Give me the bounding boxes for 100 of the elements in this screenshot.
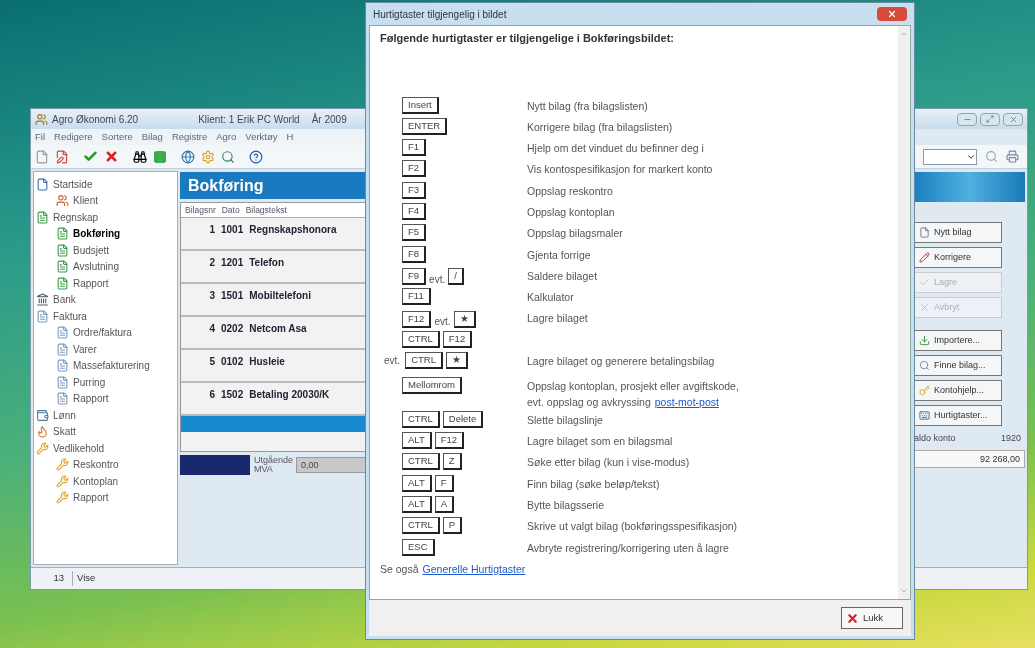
check-icon[interactable] (83, 149, 98, 164)
tree-item[interactable]: Ordre/faktura (73, 325, 132, 341)
search-icon[interactable] (221, 149, 235, 164)
tree-item[interactable]: Regnskap (53, 209, 99, 225)
key-cap: A (434, 496, 455, 514)
document-icon (56, 276, 69, 290)
key-cap: / (448, 268, 464, 286)
shortcut-description: Oppslag kontoplan (527, 205, 615, 220)
tree-item[interactable]: Faktura (53, 308, 87, 324)
help-link[interactable]: post-mot-post (654, 395, 719, 411)
key-cap: CTRL (402, 453, 440, 471)
printer-icon[interactable] (1006, 150, 1019, 163)
tree-item[interactable]: Bokføring (73, 226, 121, 242)
shortcut-description: Bytte bilagsserie (527, 498, 605, 514)
close-button[interactable] (877, 7, 907, 21)
document-icon (56, 260, 69, 274)
menu-item[interactable]: Fil (35, 129, 46, 145)
shortcut-description: Saldere bilaget (527, 268, 598, 284)
key-cap: ENTER (402, 117, 448, 135)
shortcut-description: Oppslag kontoplan, prosjekt eller avgiftskode, (527, 379, 739, 395)
wrench-icon (56, 458, 69, 472)
edit-document-icon[interactable] (55, 149, 69, 164)
scroll-down-icon[interactable] (900, 587, 908, 595)
key-cap: ALT (402, 432, 432, 450)
maximize-icon (986, 115, 994, 123)
new-document-icon[interactable] (35, 149, 49, 164)
scroll-up-icon[interactable] (900, 30, 908, 38)
help-link[interactable]: Generelle Hurtigtaster (422, 561, 526, 578)
square-icon[interactable] (153, 149, 167, 164)
shortcut-description: Søke etter bilag (kun i vise-modus) (527, 455, 690, 471)
table-cell-text: 3 (208, 289, 215, 303)
tree-item[interactable]: Vedlikehold (53, 440, 105, 456)
menu-item[interactable]: Bilag (141, 129, 163, 145)
menu-item[interactable]: Registre (171, 129, 208, 145)
shortcut-description: Lagre bilaget (527, 311, 588, 327)
close-button[interactable] (1003, 112, 1023, 126)
shortcut-description: Avbryte registrering/korrigering uten å lagre (527, 540, 729, 556)
tree-item[interactable]: Purring (73, 374, 106, 390)
action-button[interactable]: Finne bilag... (914, 355, 1002, 376)
action-button[interactable]: Hurtigtaster... (914, 405, 1002, 426)
tree-item[interactable]: Massefakturering (73, 358, 150, 374)
table-cell-text: 1001 (221, 223, 244, 237)
document-icon (36, 309, 49, 323)
action-button[interactable]: Kontohjelp... (914, 380, 1002, 401)
tree-item[interactable]: Rapport (73, 490, 109, 506)
menu-item[interactable]: Sortere (101, 129, 133, 145)
wrench-icon (56, 474, 69, 488)
table-cell-text: 1201 (221, 256, 244, 270)
shortcut-description: Oppslag reskontro (527, 183, 613, 199)
tree-item[interactable]: Reskontro (73, 457, 119, 473)
tree-item[interactable]: Rapport (73, 275, 109, 291)
action-button[interactable]: Importere... (914, 330, 1002, 351)
document-icon (56, 326, 69, 340)
search-icon[interactable] (985, 150, 998, 163)
shortcut-description: Skrive ut valgt bilag (bokføringsspesifikasjon) (527, 519, 738, 535)
maximize-button[interactable] (980, 112, 1000, 126)
tree-item[interactable]: Rapport (73, 391, 109, 407)
tree-item[interactable]: Avslutning (73, 259, 119, 275)
action-button[interactable]: Nytt bilag (914, 222, 1002, 243)
table-cell-text: 5 (208, 355, 215, 369)
menu-item[interactable]: H (286, 129, 294, 145)
tree-item[interactable]: Bank (53, 292, 76, 308)
cross-icon (846, 611, 859, 625)
field-label: Utgående MVA (254, 456, 292, 474)
binoculars-icon[interactable] (133, 149, 147, 164)
menu-item[interactable]: Redigere (54, 129, 93, 145)
table-cell-text: Mobiltelefoni (249, 289, 311, 303)
key-cap: F12 (434, 432, 465, 450)
minimize-button[interactable] (957, 112, 977, 126)
tree-item[interactable]: Startside (53, 176, 93, 192)
tree-item[interactable]: Lønn (53, 407, 76, 423)
download-icon (919, 335, 930, 346)
cross-icon[interactable] (104, 149, 119, 164)
tree-item[interactable]: Varer (73, 341, 97, 357)
gear-icon[interactable] (201, 149, 215, 164)
action-button[interactable]: Korrigere (914, 247, 1002, 268)
help-icon[interactable] (249, 149, 263, 164)
close-dialog-button[interactable]: Lukk (841, 607, 903, 629)
key-cap: ★ (453, 310, 476, 328)
document-icon (36, 210, 49, 224)
key-cap: Insert (402, 96, 439, 114)
scrollbar[interactable] (898, 26, 910, 599)
key-cap: F8 (402, 245, 427, 263)
or-label: evt. (384, 354, 401, 369)
tree-item[interactable]: Klient (73, 193, 98, 209)
key-cap: Delete (442, 410, 484, 428)
tree-item[interactable]: Budsjett (73, 242, 110, 258)
menu-item[interactable]: Verktøy (245, 129, 278, 145)
column-header: Bilagsnr (185, 203, 216, 217)
menu-item[interactable]: Agro (216, 129, 237, 145)
color-block (180, 455, 250, 475)
key-cap: F4 (402, 203, 427, 220)
column-header: Dato (221, 203, 240, 217)
shortcut-description: evt. oppslag og avkryssing (527, 395, 651, 411)
tree-item[interactable]: Kontoplan (73, 473, 119, 489)
dropdown-field[interactable] (923, 148, 977, 165)
key-cap: F12 (442, 330, 473, 348)
globe-icon[interactable] (181, 149, 195, 164)
table-cell-text: Husleie (249, 355, 285, 369)
tree-item[interactable]: Skatt (53, 424, 76, 440)
